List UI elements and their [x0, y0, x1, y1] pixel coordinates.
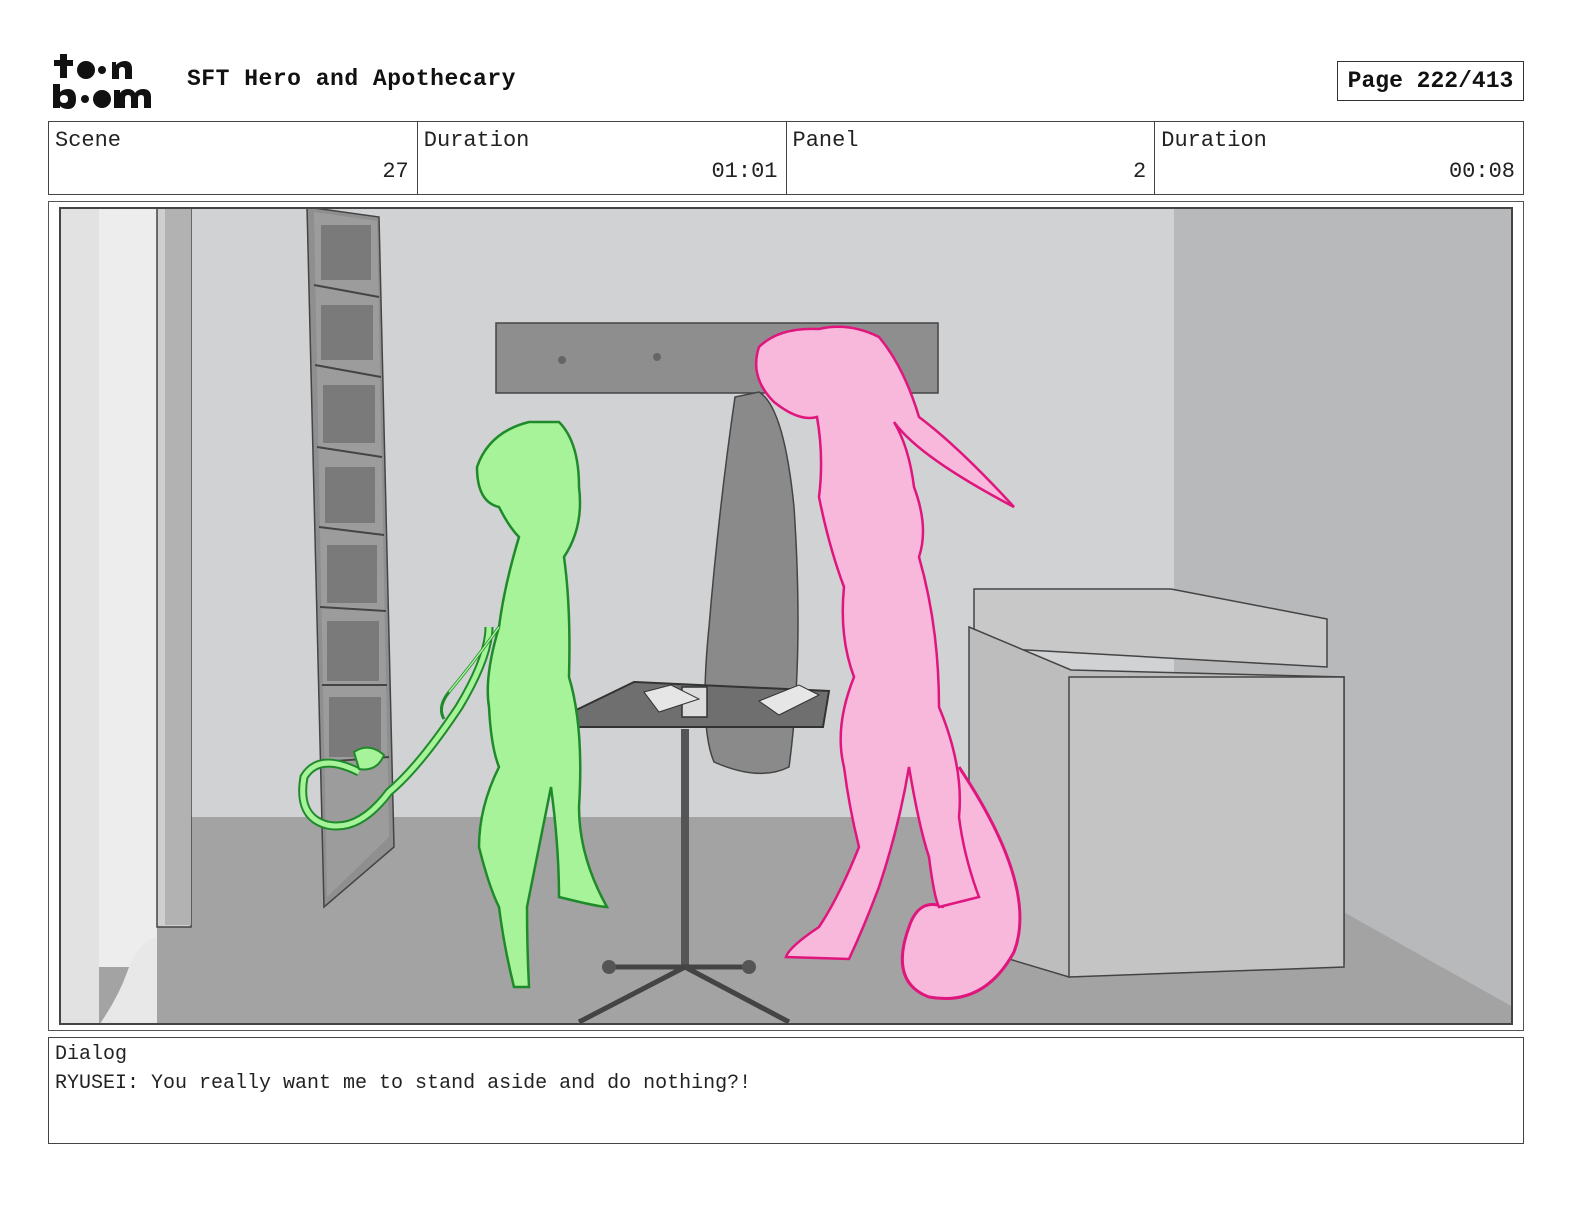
panel-cell: Panel 2 — [787, 122, 1156, 194]
toon-boom-logo: toon — [53, 54, 151, 109]
dialog-label: Dialog — [55, 1043, 128, 1066]
scene-duration-cell: Duration 01:01 — [418, 122, 787, 194]
panel-duration-cell: Duration 00:08 — [1155, 122, 1523, 194]
left-door — [99, 207, 157, 967]
panel-label: Panel — [792, 128, 859, 153]
storyboard-panel-image — [59, 207, 1513, 1025]
scene-cell: Scene 27 — [49, 122, 418, 194]
page-indicator: Page 222/413 — [1337, 61, 1524, 101]
dialog-text: RYUSEI: You really want me to stand asid… — [55, 1072, 752, 1095]
scene-duration-value: 01:01 — [711, 159, 778, 184]
left-door-frame — [59, 207, 99, 1025]
scene-value: 27 — [382, 159, 409, 184]
scene-info-row: Scene 27 Duration 01:01 Panel 2 Duration… — [48, 121, 1524, 195]
exam-table — [968, 588, 1345, 978]
project-title: SFT Hero and Apothecary — [187, 66, 516, 92]
panel-value: 2 — [1133, 159, 1147, 184]
dialog-box: Dialog RYUSEI: You really want me to sta… — [48, 1037, 1524, 1144]
panel-duration-value: 00:08 — [1448, 159, 1515, 184]
scene-label: Scene — [55, 128, 122, 153]
panel-duration-label: Duration — [1161, 128, 1267, 153]
scene-duration-label: Duration — [423, 128, 530, 153]
